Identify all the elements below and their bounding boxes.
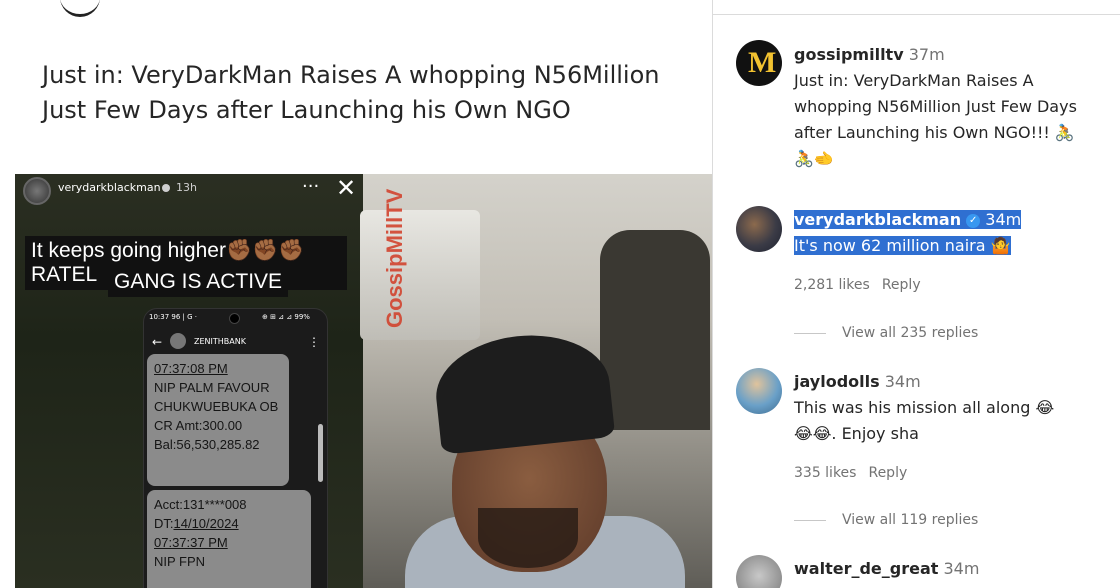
story-username[interactable]: verydarkblackman — [58, 181, 161, 194]
likes-count[interactable]: 2,281 likes — [794, 277, 870, 293]
comment-body: jaylodolls 34m This was his mission all … — [794, 369, 1120, 447]
man-beard — [478, 508, 578, 568]
article-title: Just in: VeryDarkMan Raises A whopping N… — [42, 61, 660, 124]
comment-username[interactable]: jaylodolls — [794, 372, 880, 391]
more-icon[interactable]: ··· — [302, 176, 319, 197]
menu-icon: ⋮ — [308, 335, 320, 349]
phone-status-left: 10:37 96 | G · — [149, 313, 197, 321]
replies-line — [794, 332, 826, 334]
sms-line: NIP FPN — [154, 554, 206, 569]
phone-status-right: ⊕ ⊞ ⊿ ⊿ 99% — [262, 313, 310, 321]
comment-time: 34m — [884, 372, 921, 391]
comment-text: 😂😂. Enjoy sha — [794, 424, 919, 443]
sms-balance: Bal:56,530,285.82 — [154, 437, 260, 452]
comment-header: jaylodolls 34m — [794, 369, 1120, 395]
sms-bubble-1: 07:37:08 PM NIP PALM FAVOUR CHUKWUEBUKA … — [147, 354, 289, 486]
comment-header: verydarkblackman ✓ 34m — [794, 207, 1120, 233]
comment-username[interactable]: verydarkblackman — [794, 210, 962, 229]
sms-time: 07:37:37 PM — [154, 535, 228, 550]
article-panel: Just in: VeryDarkMan Raises A whopping N… — [0, 0, 712, 588]
comment-username[interactable]: walter_de_great — [794, 559, 938, 578]
sms-account: Acct:131****008 — [154, 497, 247, 512]
comment-body: verydarkblackman ✓ 34m It's now 62 milli… — [794, 207, 1120, 259]
top-divider — [713, 14, 1120, 15]
view-replies-button[interactable]: View all 119 replies — [794, 512, 978, 528]
back-arrow-icon: ← — [152, 335, 163, 349]
avatar-logo: M — [748, 46, 777, 79]
story-caption-line2: GANG IS ACTIVE — [108, 267, 289, 297]
sms-line: CHUKWUEBUKA OB — [154, 399, 279, 414]
car-seat — [600, 230, 710, 430]
reply-button[interactable]: Reply — [882, 277, 921, 293]
avatar[interactable] — [736, 206, 782, 252]
avatar[interactable]: M — [736, 40, 782, 86]
comment-text: 🚴🫲 — [794, 149, 834, 168]
comment-time: 34m — [985, 210, 1022, 229]
comments-panel: M gossipmilltv 37m Just in: VeryDarkMan … — [713, 0, 1120, 588]
view-replies-button[interactable]: View all 235 replies — [794, 325, 978, 341]
verified-icon: ✓ — [966, 213, 981, 228]
comment-text: It's now 62 million naira 🤷 — [794, 236, 1011, 255]
sms-line: NIP PALM FAVOUR — [154, 380, 270, 395]
comment-time: 34m — [943, 559, 980, 578]
car-window — [360, 210, 480, 340]
reply-button[interactable]: Reply — [868, 465, 907, 481]
comment-header: walter_de_great 34m — [794, 556, 1120, 582]
avatar[interactable] — [736, 368, 782, 414]
sms-date-row: DT:14/10/2024 — [154, 514, 304, 533]
avatar[interactable] — [736, 555, 782, 588]
story-verified-icon — [162, 184, 170, 192]
story-avatar[interactable] — [23, 177, 51, 205]
bank-name: ZENITHBANK — [194, 337, 246, 346]
bank-avatar — [170, 333, 186, 349]
view-replies-label: View all 119 replies — [842, 512, 979, 528]
view-replies-label: View all 235 replies — [842, 325, 979, 341]
comment-time: 37m — [908, 45, 945, 64]
sms-bubble-2: Acct:131****008 DT:14/10/2024 07:37:37 P… — [147, 490, 311, 588]
comment-text: whopping N56Million Just Few Days — [794, 97, 1077, 116]
comment-username[interactable]: gossipmilltv — [794, 45, 904, 64]
comment-text: This was his mission all along 😂 — [794, 398, 1055, 417]
comment-header: gossipmilltv 37m — [794, 42, 1120, 68]
comment-meta: 335 likes Reply — [794, 465, 919, 481]
sms-date: 14/10/2024 — [173, 516, 239, 531]
camera-icon — [229, 313, 240, 324]
watermark: GossipMillTV — [382, 188, 407, 328]
comment-body: gossipmilltv 37m Just in: VeryDarkMan Ra… — [794, 42, 1120, 172]
sms-time: 07:37:08 PM — [154, 361, 228, 376]
replies-line — [794, 519, 826, 521]
story-time: 13h — [176, 181, 197, 194]
close-icon[interactable]: ✕ — [336, 174, 356, 202]
comment-meta: 2,281 likes Reply — [794, 277, 933, 293]
comment-text: after Launching his Own NGO!!! 🚴 — [794, 123, 1075, 142]
sms-amount: CR Amt:300.00 — [154, 418, 243, 433]
comment-text: Just in: VeryDarkMan Raises A — [794, 71, 1034, 90]
sms-date-label: DT: — [154, 516, 174, 531]
header-fragment — [60, 0, 100, 17]
likes-count[interactable]: 335 likes — [794, 465, 856, 481]
phone-scrollbar — [318, 424, 323, 482]
comment-body: walter_de_great 34m — [794, 556, 1120, 582]
